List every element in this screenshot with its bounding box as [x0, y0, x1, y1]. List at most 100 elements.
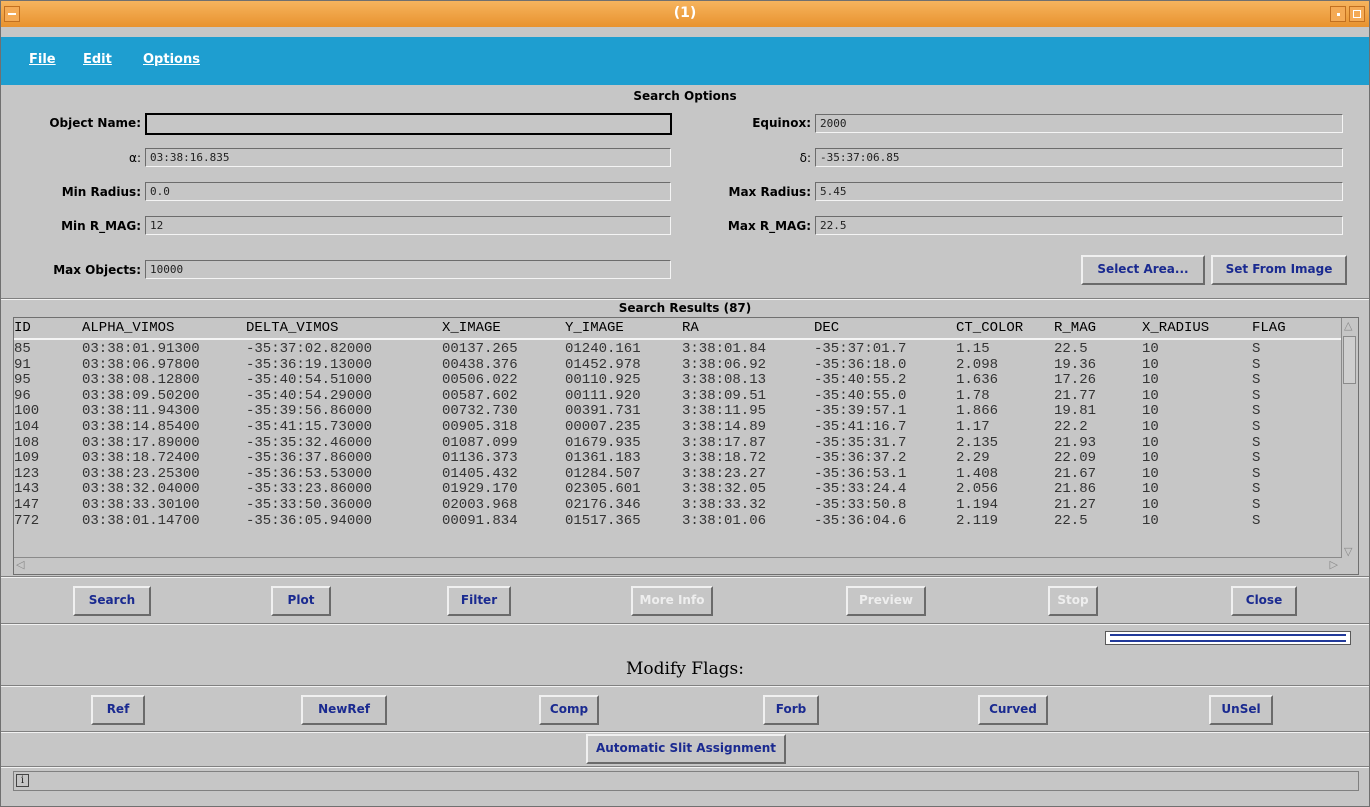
table-cell: 85	[14, 342, 31, 357]
forb-button[interactable]: Forb	[763, 695, 819, 725]
info-icon[interactable]: i	[16, 774, 29, 787]
curved-button[interactable]: Curved	[978, 695, 1048, 725]
table-cell: S	[1252, 512, 1261, 529]
column-header-delta-vimos[interactable]: DELTA_VIMOS	[246, 320, 338, 336]
table-cell: 3:38:14.89	[682, 419, 767, 435]
equinox-input[interactable]: 2000	[815, 114, 1343, 133]
table-cell: 03:38:01.14700	[82, 512, 200, 529]
column-header-r-mag[interactable]: R_MAG	[1054, 320, 1096, 336]
table-cell: 1.866	[956, 403, 999, 420]
table-cell: -35:41:16.7	[814, 419, 907, 435]
title-bar[interactable]: (1)	[1, 1, 1369, 27]
max-objects-label: Max Objects:	[53, 263, 141, 277]
table-cell: 03:38:23.25300	[82, 465, 200, 482]
maximize-button[interactable]	[1349, 6, 1365, 22]
delta-input[interactable]: -35:37:06.85	[815, 148, 1343, 167]
column-header-flag[interactable]: FLAG	[1252, 320, 1286, 336]
menu-bar: File Edit Options	[1, 37, 1369, 85]
column-header-y-image[interactable]: Y_IMAGE	[565, 320, 624, 336]
min-rmag-input[interactable]: 12	[145, 216, 671, 235]
object-name-input[interactable]	[145, 113, 672, 135]
unsel-button[interactable]: UnSel	[1209, 695, 1273, 725]
table-cell: 01452.978	[565, 356, 641, 373]
close-button[interactable]: Close	[1231, 586, 1297, 616]
minimize-button[interactable]	[1330, 6, 1346, 22]
table-row[interactable]: 109 03:38:18.72400 -35:36:37.86000 01136.37…	[14, 451, 1342, 466]
comp-button[interactable]: Comp	[539, 695, 599, 725]
select-area-button[interactable]: Select Area...	[1081, 255, 1205, 285]
column-header-ct-color[interactable]: CT_COLOR	[956, 320, 1023, 336]
table-cell: 3:38:33.32	[682, 497, 767, 513]
table-cell: 2.135	[956, 434, 999, 451]
table-cell: 10	[1142, 387, 1159, 404]
min-radius-label: Min Radius:	[61, 185, 141, 199]
vertical-scroll-thumb[interactable]	[1343, 336, 1356, 384]
table-cell: 03:38:14.85400	[82, 419, 200, 435]
vertical-scrollbar[interactable]: △ ▽	[1341, 318, 1358, 558]
table-cell: -35:33:50.36000	[246, 497, 373, 513]
table-cell: 00137.265	[442, 342, 518, 357]
table-row[interactable]: 91 03:38:06.97800 -35:36:19.13000 00438.376…	[14, 356, 1342, 373]
column-header-ra[interactable]: RA	[682, 320, 699, 336]
table-cell: 10	[1142, 419, 1159, 435]
table-row[interactable]: 100 03:38:11.94300 -35:39:56.86000 00732.73…	[14, 404, 1342, 419]
table-row[interactable]: 85 03:38:01.91300 -35:37:02.82000 00137.265…	[14, 342, 1342, 357]
max-objects-input[interactable]: 10000	[145, 260, 671, 279]
automatic-slit-assignment-button[interactable]: Automatic Slit Assignment	[586, 734, 786, 764]
scroll-up-icon[interactable]: △	[1344, 319, 1352, 333]
table-cell: -35:36:05.94000	[246, 512, 373, 529]
scroll-right-icon[interactable]: ▷	[1330, 558, 1338, 572]
preview-button[interactable]: Preview	[846, 586, 926, 616]
table-cell: 1.17	[956, 419, 990, 435]
scroll-left-icon[interactable]: ◁	[16, 558, 24, 572]
menu-options[interactable]: Options	[143, 52, 200, 67]
column-header-x-image[interactable]: X_IMAGE	[442, 320, 501, 336]
table-cell: 3:38:01.06	[682, 512, 767, 529]
table-cell: 00905.318	[442, 419, 518, 435]
table-cell: 00110.925	[565, 372, 641, 389]
table-cell: -35:40:55.0	[814, 387, 907, 404]
max-radius-input[interactable]: 5.45	[815, 182, 1343, 201]
column-header-dec[interactable]: DEC	[814, 320, 839, 336]
plot-button[interactable]: Plot	[271, 586, 331, 616]
table-row[interactable]: 147 03:38:33.30100 -35:33:50.36000 02003.96…	[14, 498, 1342, 513]
horizontal-scrollbar[interactable]: ◁ ▷	[14, 557, 1342, 574]
menu-file[interactable]: File	[29, 52, 56, 67]
ref-button[interactable]: Ref	[91, 695, 145, 725]
more-info-button[interactable]: More Info	[631, 586, 713, 616]
table-cell: 95	[14, 372, 31, 389]
table-cell: 10	[1142, 356, 1159, 373]
table-row[interactable]: 143 03:38:32.04000 -35:33:23.86000 01929.17…	[14, 482, 1342, 497]
max-rmag-input[interactable]: 22.5	[815, 216, 1343, 235]
table-row[interactable]: 772 03:38:01.14700 -35:36:05.94000 00091.83…	[14, 512, 1342, 529]
table-row[interactable]: 123 03:38:23.25300 -35:36:53.53000 01405.43…	[14, 465, 1342, 482]
min-radius-input[interactable]: 0.0	[145, 182, 671, 201]
table-cell: 21.67	[1054, 465, 1097, 482]
table-cell: S	[1252, 450, 1261, 467]
table-row[interactable]: 96 03:38:09.50200 -35:40:54.29000 00587.602…	[14, 387, 1342, 404]
column-header-alpha-vimos[interactable]: ALPHA_VIMOS	[82, 320, 174, 336]
menu-edit[interactable]: Edit	[83, 52, 112, 67]
table-cell: 02305.601	[565, 481, 641, 498]
set-from-image-button[interactable]: Set From Image	[1211, 255, 1347, 285]
table-row[interactable]: 95 03:38:08.12800 -35:40:54.51000 00506.022…	[14, 373, 1342, 388]
search-button[interactable]: Search	[73, 586, 151, 616]
column-header-x-radius[interactable]: X_RADIUS	[1142, 320, 1209, 336]
table-cell: 100	[14, 403, 40, 420]
table-cell: 22.2	[1054, 419, 1088, 435]
column-header-id[interactable]: ID	[14, 320, 31, 336]
table-cell: -35:41:15.73000	[246, 419, 373, 435]
filter-button[interactable]: Filter	[447, 586, 511, 616]
table-cell: 21.86	[1054, 481, 1097, 498]
alpha-input[interactable]: 03:38:16.835	[145, 148, 671, 167]
table-row[interactable]: 108 03:38:17.89000 -35:35:32.46000 01087.09…	[14, 434, 1342, 451]
results-table-body[interactable]: 85 03:38:01.91300 -35:37:02.82000 00137.265…	[14, 342, 1342, 556]
newref-button[interactable]: NewRef	[301, 695, 387, 725]
table-cell: 10	[1142, 465, 1159, 482]
divider	[1, 731, 1369, 733]
stop-button[interactable]: Stop	[1048, 586, 1098, 616]
table-row[interactable]: 104 03:38:14.85400 -35:41:15.73000 00905.31…	[14, 420, 1342, 435]
max-rmag-label: Max R_MAG:	[727, 219, 811, 233]
table-cell: 10	[1142, 512, 1159, 529]
scroll-down-icon[interactable]: ▽	[1344, 545, 1352, 559]
